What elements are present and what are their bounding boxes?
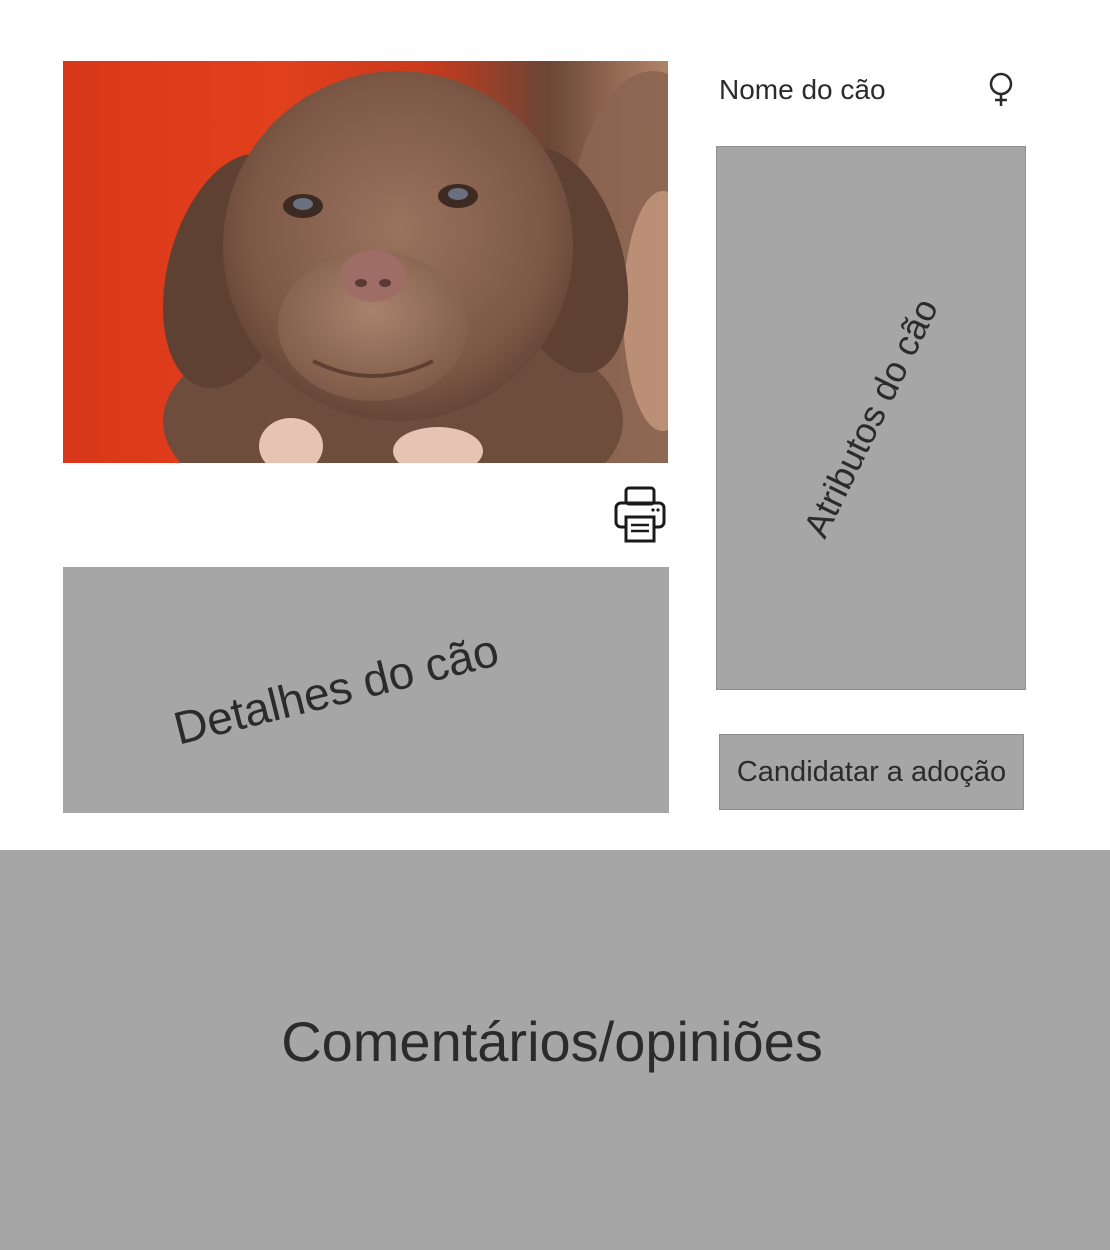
- dog-name-title: Nome do cão: [719, 74, 886, 105]
- comments-section: Comentários/opiniões: [0, 850, 1110, 1250]
- dog-photo: [63, 61, 668, 463]
- apply-adoption-button[interactable]: Candidatar a adoção: [719, 734, 1024, 810]
- printer-icon[interactable]: [613, 486, 667, 544]
- puppy-image: [162, 71, 668, 463]
- dog-details-panel: Detalhes do cão: [63, 567, 669, 813]
- female-symbol-icon: [985, 72, 1017, 108]
- comments-label: Comentários/opiniões: [281, 1010, 823, 1073]
- dog-attributes-panel: Atributos do cão: [716, 146, 1026, 690]
- dog-details-label: Detalhes do cão: [168, 623, 504, 755]
- dog-attributes-label: Atributos do cão: [795, 291, 946, 544]
